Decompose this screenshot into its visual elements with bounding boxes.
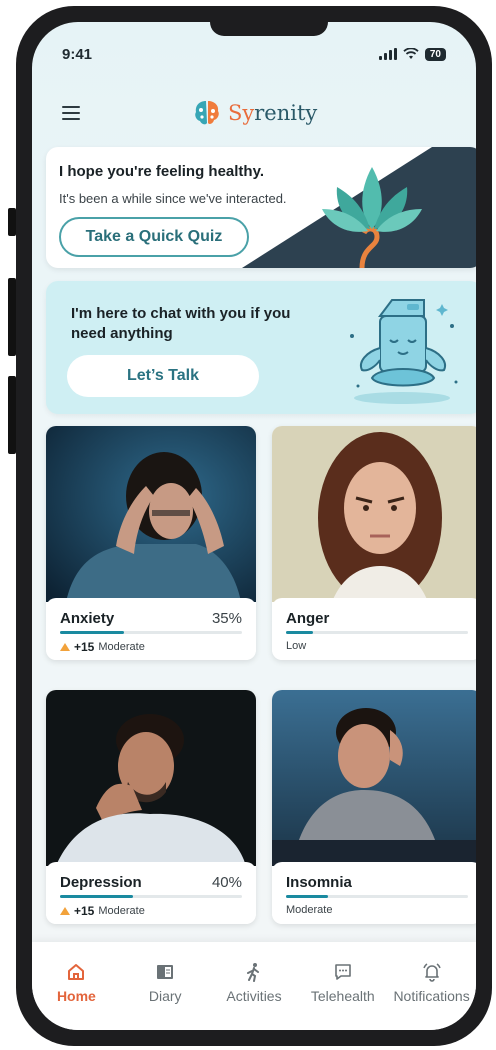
condition-info: Depression 40% +15 Moderate (46, 862, 256, 924)
mute-switch (8, 208, 16, 236)
battery-icon: 70 (424, 47, 446, 61)
home-icon (68, 964, 85, 980)
condition-card-anger[interactable]: Anger Low (272, 426, 476, 660)
status-time: 9:41 (62, 45, 93, 63)
quiz-subtitle: It's been a while since we've interacted… (59, 191, 287, 206)
tab-telehealth[interactable]: Telehealth (303, 962, 383, 1030)
hamburger-menu-icon[interactable] (62, 106, 80, 120)
status-icons: 70 (378, 47, 446, 61)
condition-card-insomnia[interactable]: Insomnia Moderate (272, 690, 476, 924)
trend-up-icon (60, 643, 70, 651)
insomnia-photo (272, 690, 476, 866)
phone-frame: 9:41 70 Syrenity I hope you're feeling h… (16, 6, 492, 1046)
condition-delta: +15 (74, 640, 95, 654)
tab-label: Home (56, 988, 96, 1004)
tab-label: Diary (148, 988, 182, 1004)
condition-percent: 40% (211, 874, 242, 891)
condition-name: Depression (60, 874, 142, 891)
take-quiz-button[interactable]: Take a Quick Quiz (59, 217, 249, 257)
condition-delta: +15 (74, 904, 95, 918)
tab-label: Activities (226, 988, 282, 1004)
anxiety-photo (46, 426, 256, 602)
brain-logo-icon (195, 101, 219, 125)
condition-card-depression[interactable]: Depression 40% +15 Moderate (46, 690, 256, 924)
condition-level: Low (286, 640, 307, 652)
condition-progress-bar (286, 631, 468, 634)
diary-icon (157, 965, 174, 979)
condition-percent: 35% (211, 610, 242, 627)
signal-icon (378, 48, 397, 60)
condition-progress-bar (60, 895, 242, 898)
volume-down-button (8, 376, 16, 454)
screen: 9:41 70 Syrenity I hope you're feeling h… (32, 22, 476, 1030)
activities-icon (246, 963, 259, 982)
chat-title: I'm here to chat with you if you need an… (71, 305, 291, 342)
condition-progress-fill (60, 895, 133, 898)
notifications-icon (422, 963, 441, 982)
condition-progress-fill (286, 631, 314, 634)
depression-photo (46, 690, 256, 866)
lets-talk-button[interactable]: Let’s Talk (67, 355, 259, 397)
condition-progress-fill (60, 631, 124, 634)
tab-home[interactable]: Home (36, 962, 116, 1030)
condition-level: Moderate (98, 641, 145, 653)
lotus-illustration (242, 147, 476, 268)
condition-progress-bar (286, 895, 468, 898)
condition-progress-fill (286, 895, 328, 898)
condition-name: Anxiety (60, 610, 115, 627)
condition-info: Anger Low (272, 598, 476, 660)
telehealth-icon (334, 964, 351, 980)
trend-up-icon (60, 907, 70, 915)
tab-notifications[interactable]: Notifications (392, 962, 472, 1030)
meditating-mascot-icon (350, 299, 458, 404)
condition-info: Anxiety 35% +15 Moderate (46, 598, 256, 660)
bottom-tab-bar: Home Diary Activities Telehealth Notific… (32, 942, 476, 1030)
condition-name: Anger (286, 610, 330, 627)
condition-level: Moderate (286, 904, 333, 916)
anger-photo (272, 426, 476, 602)
volume-up-button (8, 278, 16, 356)
app-header: Syrenity (32, 92, 476, 132)
chat-card: I'm here to chat with you if you need an… (46, 281, 476, 414)
condition-level: Moderate (98, 905, 145, 917)
condition-info: Insomnia Moderate (272, 862, 476, 924)
status-bar: 9:41 70 (62, 44, 446, 64)
tab-label: Telehealth (310, 988, 375, 1004)
wifi-icon (403, 48, 419, 59)
app-logo: Syrenity (192, 98, 317, 128)
tab-diary[interactable]: Diary (125, 962, 205, 1030)
tab-label: Notifications (393, 988, 470, 1004)
condition-progress-bar (60, 631, 242, 634)
notch (210, 22, 328, 36)
tab-activities[interactable]: Activities (214, 962, 294, 1030)
condition-card-anxiety[interactable]: Anxiety 35% +15 Moderate (46, 426, 256, 660)
quiz-card: I hope you're feeling healthy. It's been… (46, 147, 476, 268)
app-name: Syrenity (228, 101, 318, 125)
quiz-title: I hope you're feeling healthy. (59, 163, 264, 180)
condition-name: Insomnia (286, 874, 352, 891)
